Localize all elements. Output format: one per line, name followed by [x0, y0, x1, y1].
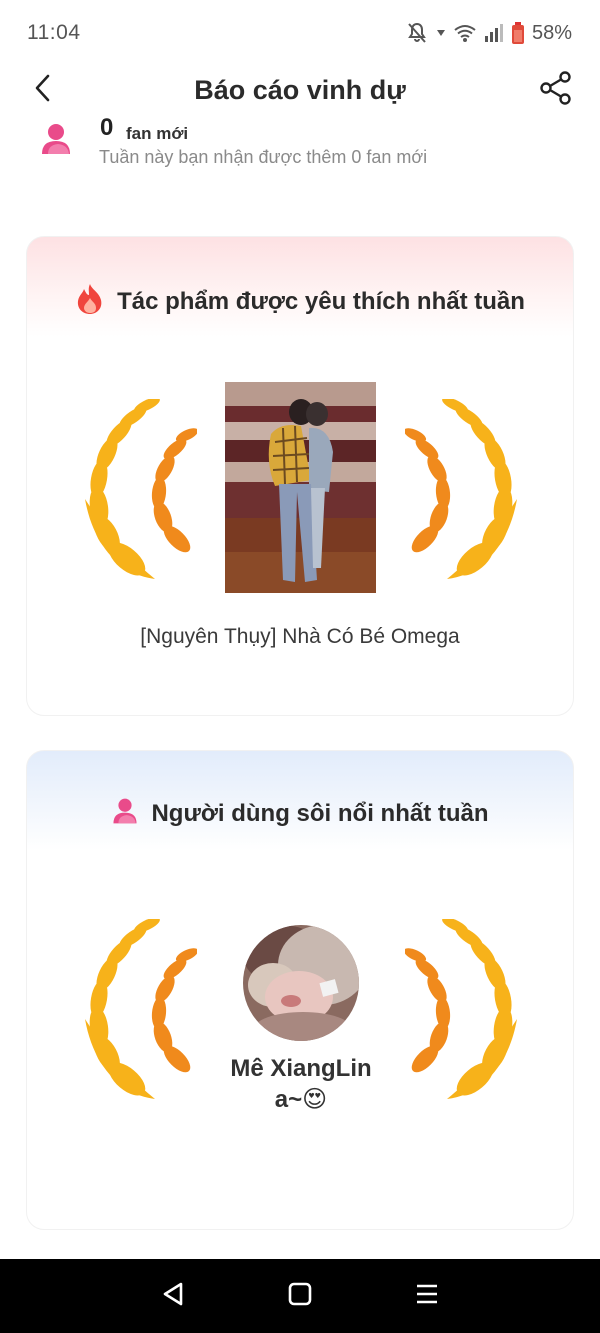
fire-icon	[75, 283, 105, 320]
top-user-title: Người dùng sôi nổi nhất tuần	[151, 799, 489, 827]
right-laurel-icon	[403, 917, 527, 1108]
user-icon	[111, 797, 139, 830]
signal-icon	[484, 24, 504, 42]
top-work-title: Tác phẩm được yêu thích nhất tuần	[117, 287, 525, 315]
user-icon	[40, 122, 72, 161]
data-arrow-icon	[436, 28, 446, 38]
top-user-header: Người dùng sôi nổi nhất tuần	[27, 797, 573, 830]
battery-icon	[511, 22, 525, 44]
top-user-name-line1: Mê XiangLin	[230, 1055, 372, 1082]
status-bar: 11:04 58%	[0, 0, 600, 66]
nav-home-button[interactable]	[280, 1276, 320, 1316]
bell-off-icon	[405, 21, 429, 45]
page-title: Báo cáo vinh dự	[194, 74, 406, 105]
top-user-name-line2: a~😍	[274, 1086, 328, 1113]
top-user-card: Người dùng sôi nổi nhất tuần Mê XiangLin…	[26, 750, 574, 1230]
new-fans-row: 0 fan mới Tuần này bạn nhận được thêm 0 …	[40, 114, 580, 178]
back-button[interactable]	[28, 74, 56, 106]
wifi-icon	[453, 23, 477, 43]
status-icons: 58%	[405, 21, 572, 45]
fan-unit: fan mới	[126, 124, 189, 143]
share-icon	[539, 70, 573, 110]
right-laurel-icon	[403, 397, 527, 588]
share-button[interactable]	[536, 70, 576, 110]
left-laurel-icon	[75, 397, 199, 588]
fan-description: Tuần này bạn nhận được thêm 0 fan mới	[99, 147, 428, 167]
header: Báo cáo vinh dự	[0, 62, 600, 118]
menu-icon	[414, 1282, 440, 1311]
back-triangle-icon	[161, 1281, 185, 1312]
system-nav-bar	[0, 1259, 600, 1333]
nav-back-button[interactable]	[153, 1276, 193, 1316]
fan-count: 0	[100, 114, 114, 141]
top-work-thumbnail[interactable]	[225, 382, 376, 593]
avatar[interactable]	[243, 925, 359, 1041]
battery-percent: 58%	[531, 21, 572, 44]
status-time: 11:04	[27, 21, 81, 44]
nav-menu-button[interactable]	[407, 1276, 447, 1316]
top-work-name[interactable]: [Nguyên Thụy] Nhà Có Bé Omega	[27, 625, 573, 649]
top-work-header: Tác phẩm được yêu thích nhất tuần	[27, 283, 573, 320]
left-laurel-icon	[75, 917, 199, 1108]
top-work-card: Tác phẩm được yêu thích nhất tuần [Nguyê…	[26, 236, 574, 716]
chevron-left-icon	[33, 74, 51, 107]
home-square-icon	[287, 1281, 313, 1312]
top-user-name[interactable]: Mê XiangLin a~😍	[201, 1053, 401, 1115]
